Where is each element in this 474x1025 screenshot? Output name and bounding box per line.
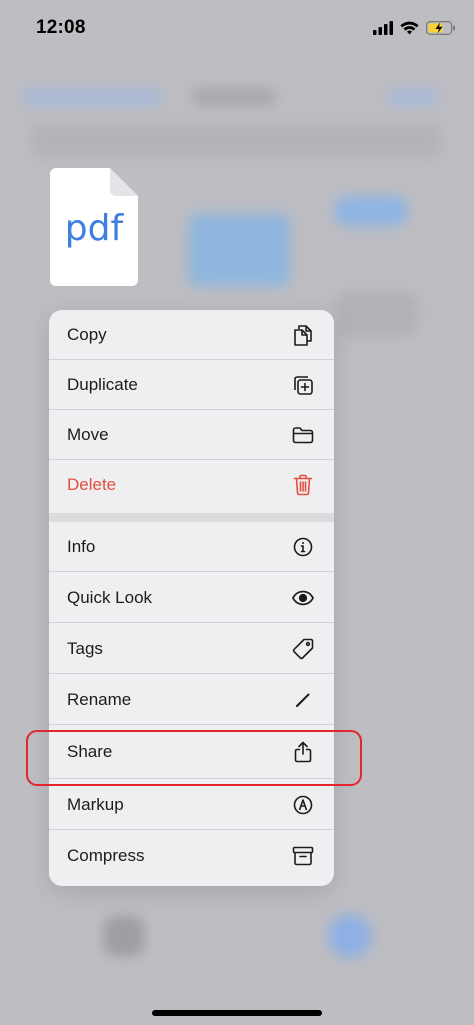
menu-item-duplicate[interactable]: Duplicate [49, 360, 334, 410]
background-tab-browse [328, 914, 372, 958]
menu-item-label: Move [67, 424, 109, 444]
menu-item-delete[interactable]: Delete [49, 460, 334, 510]
eye-icon [292, 587, 314, 609]
menu-item-label: Quick Look [67, 587, 153, 607]
background-folder-thumbnail [334, 196, 408, 226]
menu-item-tags[interactable]: Tags [49, 624, 334, 674]
markup-icon [292, 794, 314, 816]
menu-item-label: Rename [67, 689, 132, 709]
menu-item-rename[interactable]: Rename [49, 675, 334, 725]
status-icons [373, 20, 456, 40]
menu-item-label: Tags [67, 638, 103, 658]
battery-charging-icon [426, 20, 456, 40]
menu-item-info[interactable]: Info [49, 522, 334, 572]
folder-icon [292, 424, 314, 446]
menu-item-quick-look[interactable]: Quick Look [49, 573, 334, 623]
share-highlight-outline [26, 730, 362, 786]
menu-section-separator [49, 513, 334, 522]
tag-icon [292, 638, 314, 660]
menu-item-label: Copy [67, 324, 107, 344]
menu-item-label: Delete [67, 475, 117, 494]
trash-icon [292, 474, 314, 496]
status-bar: 12:08 [0, 0, 474, 56]
wifi-icon [400, 21, 419, 40]
status-time: 12:08 [36, 17, 86, 38]
context-menu: Copy Duplicate Move Delete Info Quick Lo… [49, 310, 334, 886]
background-nav-action [386, 88, 438, 106]
background-file-thumbnail [188, 214, 290, 286]
background-file-caption [336, 292, 418, 336]
duplicate-icon [292, 374, 314, 396]
menu-item-compress[interactable]: Compress [49, 831, 334, 881]
cellular-signal-icon [373, 20, 393, 40]
background-tab-recents [104, 916, 144, 956]
menu-item-label: Compress [67, 846, 145, 865]
menu-item-label: Markup [67, 794, 124, 814]
menu-item-move[interactable]: Move [49, 410, 334, 460]
background-nav-title [192, 88, 276, 106]
menu-item-copy[interactable]: Copy [49, 310, 334, 360]
home-indicator[interactable] [152, 1010, 322, 1016]
pdf-type-label: pdf [64, 208, 124, 249]
info-icon [292, 536, 314, 558]
background-nav-back [22, 88, 162, 106]
menu-item-label: Info [67, 536, 96, 556]
pdf-document-icon: pdf [50, 168, 138, 286]
menu-item-markup[interactable]: Markup [49, 780, 334, 830]
menu-item-label: Duplicate [67, 374, 138, 394]
copy-icon [292, 324, 314, 346]
background-search-bar [30, 124, 442, 158]
archive-box-icon [292, 845, 314, 867]
pencil-icon [292, 689, 314, 711]
